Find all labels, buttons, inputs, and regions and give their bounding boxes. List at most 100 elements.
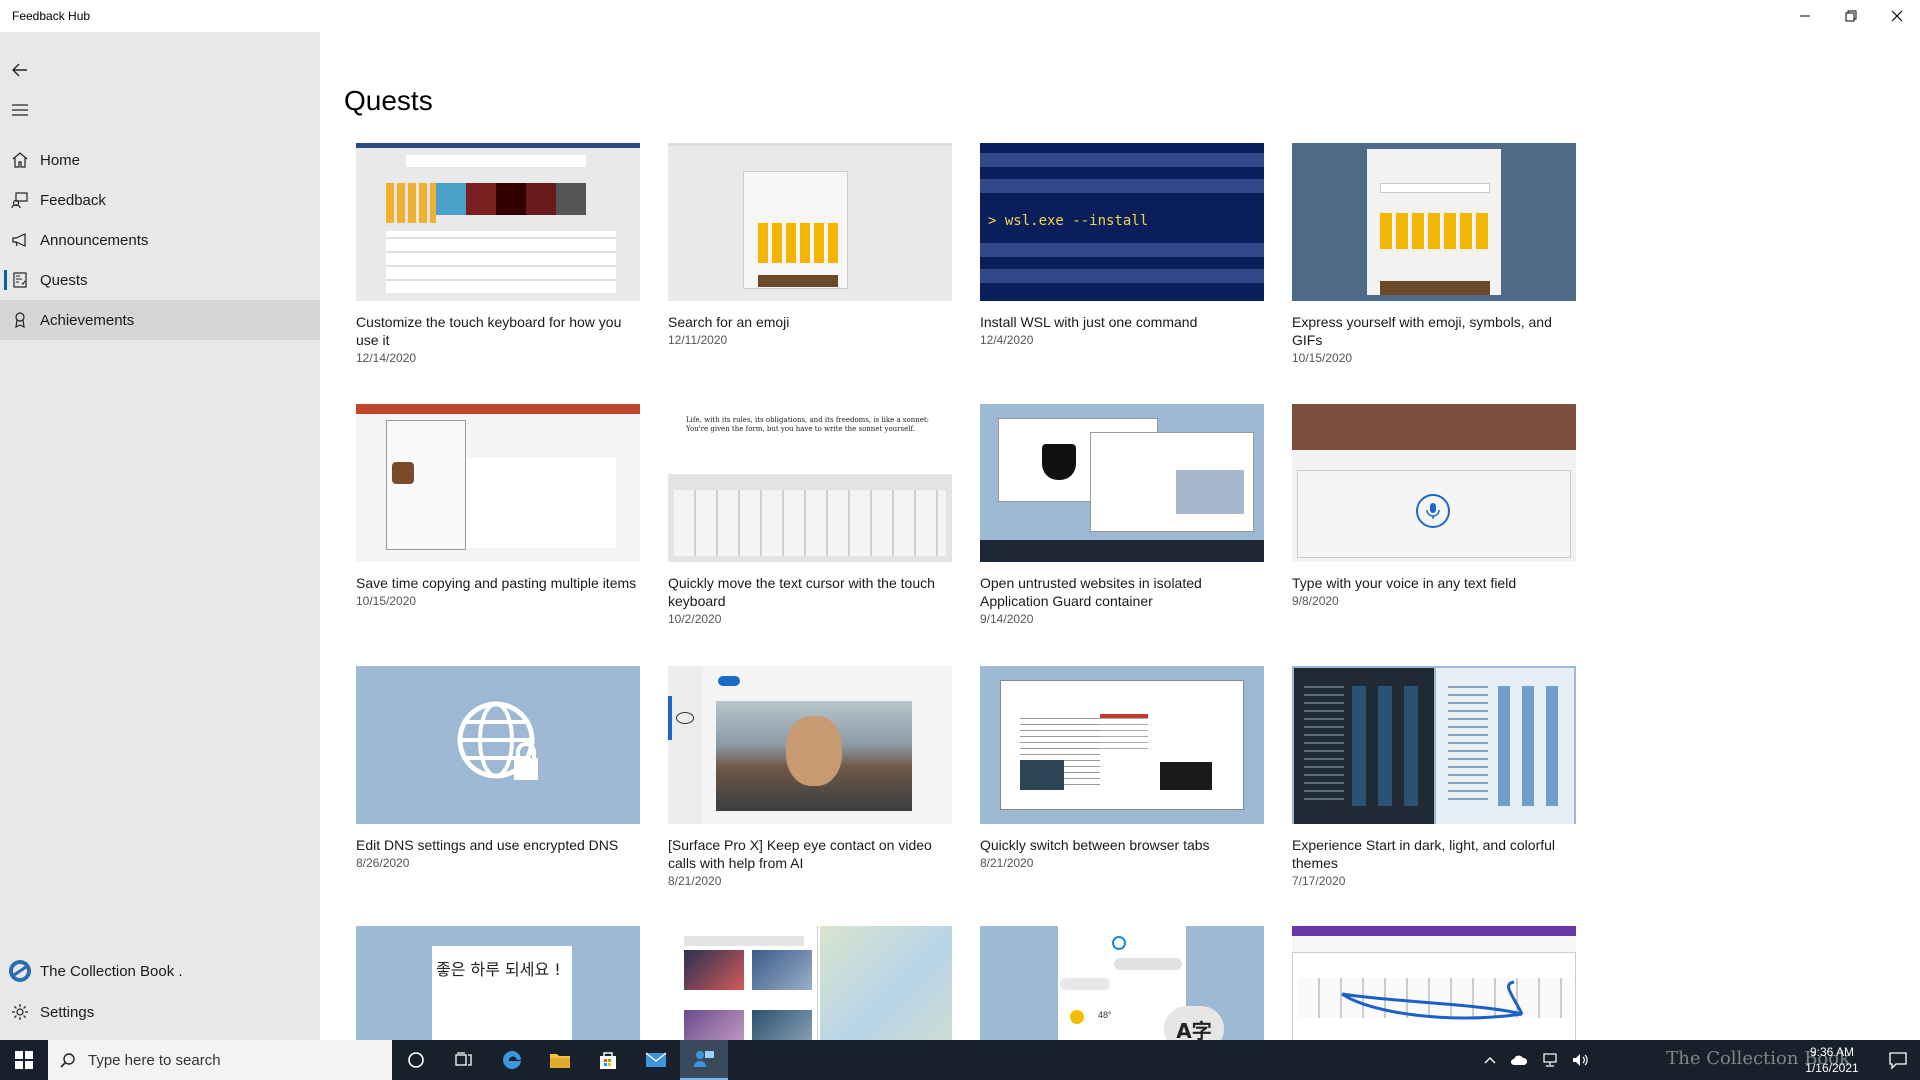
minimize-button[interactable] [1782, 0, 1828, 32]
home-icon [0, 140, 40, 180]
quest-thumbnail: 48° A字 [980, 926, 1264, 1040]
quest-card[interactable]: Open untrusted websites in isolated Appl… [980, 404, 1264, 626]
feedback-hub-taskbar-button[interactable] [680, 1040, 728, 1080]
app-title: Feedback Hub [12, 9, 91, 23]
quest-title: Open untrusted websites in isolated Appl… [980, 575, 1202, 609]
sidebar-item-announcements[interactable]: Announcements [0, 220, 320, 260]
quest-thumbnail [668, 666, 952, 824]
clock-time: 9:36 AM [1809, 1045, 1855, 1059]
start-button[interactable] [0, 1040, 48, 1080]
quest-date: 9/8/2020 [1292, 594, 1339, 608]
quest-card[interactable]: Search for an emoji 12/11/2020 [668, 143, 952, 347]
taskbar-search-box[interactable]: Type here to search [48, 1040, 392, 1080]
quest-card[interactable]: Type with your voice in any text field 9… [1292, 404, 1576, 608]
quest-card[interactable]: Life, with its rules, its obligations, a… [668, 404, 952, 626]
network-icon[interactable] [1542, 1053, 1558, 1067]
megaphone-icon [0, 220, 40, 260]
action-center-button[interactable] [1888, 1050, 1908, 1075]
quest-title: Edit DNS settings and use encrypted DNS [356, 837, 619, 853]
sidebar-item-settings[interactable]: Settings [0, 992, 320, 1032]
quest-card[interactable]: 좋은 하루 되세요 ! [356, 926, 640, 1040]
windows-logo-icon [15, 1051, 33, 1069]
notification-icon [1889, 1052, 1907, 1070]
quest-card[interactable]: [Surface Pro X] Keep eye contact on vide… [668, 666, 952, 888]
globe-lock-icon [456, 700, 540, 784]
cortana-button[interactable] [392, 1040, 440, 1080]
toggle-on-icon [718, 676, 740, 686]
back-arrow-icon [12, 63, 27, 77]
quest-date: 12/14/2020 [356, 351, 417, 365]
edge-button[interactable] [488, 1040, 536, 1080]
chevron-up-icon[interactable] [1484, 1055, 1496, 1065]
hamburger-menu-button[interactable] [0, 90, 40, 130]
file-explorer-button[interactable] [536, 1040, 584, 1080]
quest-thumbnail: > wsl.exe --install [980, 143, 1264, 301]
gear-icon [0, 992, 40, 1032]
mail-icon [645, 1052, 667, 1067]
sidebar-item-label: Home [40, 151, 81, 169]
quest-title: [Surface Pro X] Keep eye contact on vide… [668, 837, 932, 871]
feedback-icon [0, 180, 40, 220]
store-button[interactable] [584, 1040, 632, 1080]
ink-stroke-icon [1341, 980, 1524, 1020]
quest-title: Quickly switch between browser tabs [980, 837, 1210, 853]
quest-title: Type with your voice in any text field [1292, 575, 1517, 591]
quest-thumbnail [1292, 666, 1576, 824]
quest-card[interactable]: Save time copying and pasting multiple i… [356, 404, 640, 608]
quest-card[interactable] [668, 926, 952, 1040]
achievements-icon [0, 300, 40, 340]
quest-card[interactable]: Edit DNS settings and use encrypted DNS … [356, 666, 640, 870]
sidebar-item-quests[interactable]: Quests [0, 260, 320, 300]
quest-card[interactable]: Quickly switch between browser tabs 8/21… [980, 666, 1264, 870]
microphone-icon [1416, 494, 1450, 528]
back-button[interactable] [0, 50, 40, 90]
taskbar-clock[interactable]: 9:36 AM 1/16/2021 [1792, 1044, 1872, 1076]
volume-icon[interactable] [1572, 1053, 1590, 1067]
quest-date: 9/14/2020 [980, 612, 1034, 626]
onedrive-icon[interactable] [1510, 1054, 1528, 1066]
quest-date: 8/21/2020 [980, 856, 1034, 870]
quest-card[interactable]: 48° A字 [980, 926, 1264, 1040]
task-view-button[interactable] [440, 1040, 488, 1080]
quest-thumbnail [1292, 404, 1576, 562]
quest-thumbnail: 좋은 하루 되세요 ! [356, 926, 640, 1040]
hamburger-icon [12, 104, 28, 116]
sidebar-item-label: Achievements [40, 311, 135, 329]
sidebar-item-label: Quests [40, 271, 88, 289]
sidebar-item-achievements[interactable]: Achievements [0, 300, 320, 340]
quest-card[interactable]: > wsl.exe --install Install WSL with jus… [980, 143, 1264, 347]
quest-card[interactable]: Experience Start in dark, light, and col… [1292, 666, 1576, 888]
quest-date: 10/15/2020 [1292, 351, 1353, 365]
sidebar-item-home[interactable]: Home [0, 140, 320, 180]
main-content: Quests Customize the touch keyboard for … [320, 32, 1920, 1040]
quest-card[interactable]: Customize the touch keyboard for how you… [356, 143, 640, 365]
cortana-icon [408, 1052, 424, 1068]
sidebar-item-feedback[interactable]: Feedback [0, 180, 320, 220]
translate-glyph: A字 [1164, 1006, 1224, 1040]
edge-icon [503, 1051, 521, 1069]
eye-icon [676, 712, 694, 724]
mail-button[interactable] [632, 1040, 680, 1080]
temperature-text: 48° [1098, 1010, 1112, 1020]
task-view-icon [455, 1052, 472, 1066]
quest-thumbnail [356, 404, 640, 562]
quest-thumbnail: Life, with its rules, its obligations, a… [668, 404, 952, 562]
quest-title: Experience Start in dark, light, and col… [1292, 837, 1556, 871]
quest-title: Customize the touch keyboard for how you… [356, 314, 622, 348]
system-tray [1484, 1040, 1590, 1080]
page-title: Quests [344, 85, 433, 116]
search-icon [48, 1052, 88, 1068]
quest-card[interactable] [1292, 926, 1576, 1040]
quest-card[interactable]: Express yourself with emoji, symbols, an… [1292, 143, 1576, 365]
quest-thumbnail [356, 666, 640, 824]
close-icon [1891, 10, 1903, 22]
sidebar-item-label: Announcements [40, 231, 149, 249]
cursor-quote-text: Life, with its rules, its obligations, a… [686, 416, 930, 433]
account-button[interactable]: The Collection Book . [0, 951, 320, 991]
feedback-hub-icon [694, 1051, 714, 1067]
close-button[interactable] [1874, 0, 1920, 32]
quest-date: 12/11/2020 [668, 333, 728, 347]
quest-title: Install WSL with just one command [980, 314, 1198, 330]
restore-button[interactable] [1828, 0, 1874, 32]
account-label: The Collection Book . [40, 962, 183, 980]
